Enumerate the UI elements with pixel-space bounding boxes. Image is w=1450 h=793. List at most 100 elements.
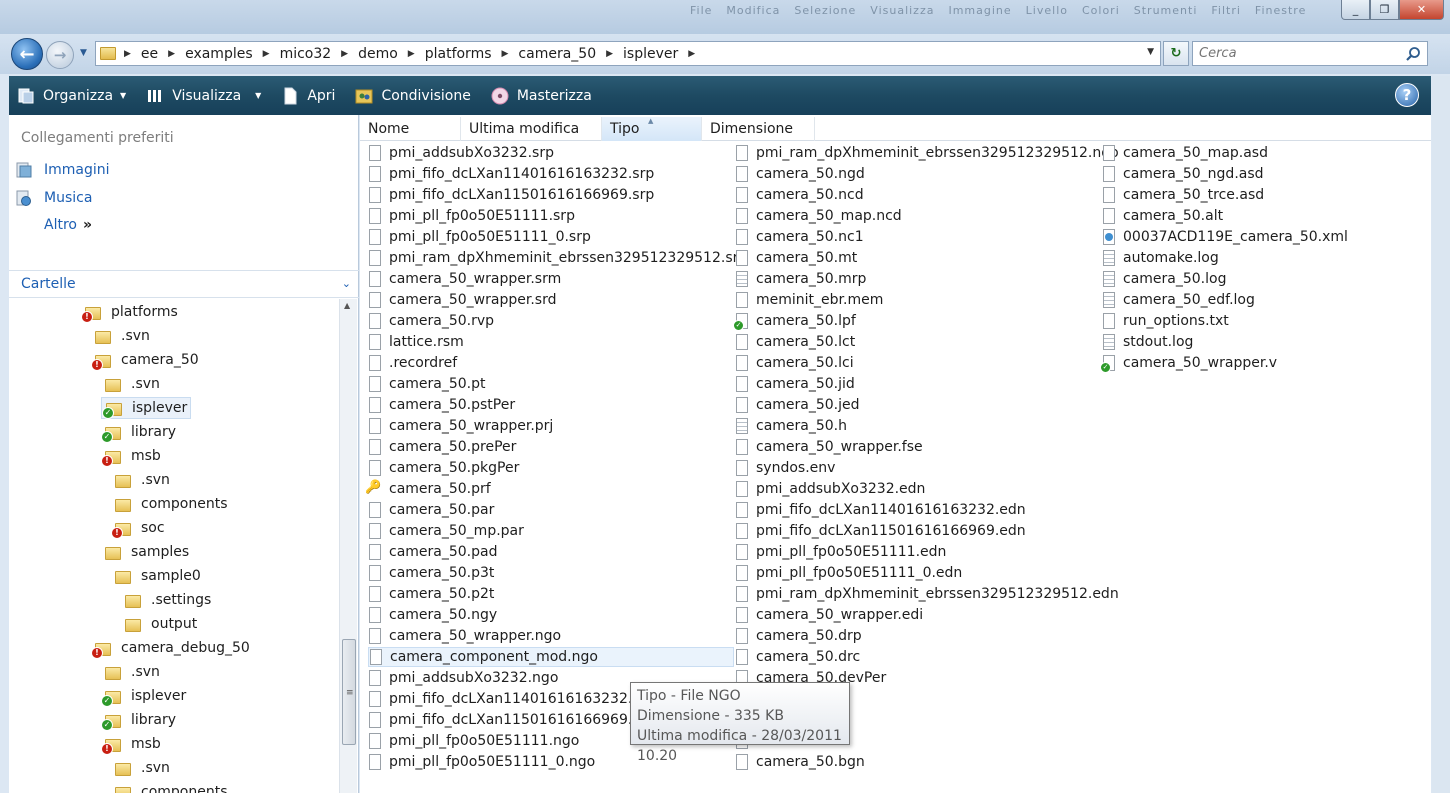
tree-item[interactable]: .svn bbox=[101, 373, 163, 395]
search-icon[interactable] bbox=[1405, 46, 1421, 62]
file-item[interactable]: lattice.rsm bbox=[368, 332, 464, 352]
file-item[interactable]: pmi_addsubXo3232.ngo bbox=[368, 668, 558, 688]
file-item[interactable]: pmi_fifo_dcLXan11401616163232.ngo bbox=[368, 689, 659, 709]
column-type[interactable]: ▲ Tipo bbox=[602, 117, 702, 141]
file-item[interactable]: pmi_ram_dpXhmeminit_ebrssen329512329512.… bbox=[735, 584, 1119, 604]
chevron-right-icon[interactable]: ▶ bbox=[408, 49, 415, 59]
file-item[interactable]: camera_50_wrapper.srm bbox=[368, 269, 561, 289]
file-item[interactable]: camera_50.nc1 bbox=[735, 227, 864, 247]
file-item[interactable]: automake.log bbox=[1102, 248, 1219, 268]
file-item[interactable]: pmi_fifo_dcLXan11501616166969.srp bbox=[368, 185, 654, 205]
file-item[interactable]: run_options.txt bbox=[1102, 311, 1229, 331]
file-item[interactable]: stdout.log bbox=[1102, 332, 1193, 352]
favorite-item-altro[interactable]: Altro » bbox=[15, 217, 92, 233]
file-item[interactable]: pmi_pll_fp0o50E51111_0.srp bbox=[368, 227, 591, 247]
favorite-item-immagini[interactable]: Immagini bbox=[15, 161, 110, 179]
file-item[interactable]: camera_50_wrapper.prj bbox=[368, 416, 553, 436]
file-item[interactable]: camera_50.jed bbox=[735, 395, 860, 415]
folders-header[interactable]: Cartelle ⌄ bbox=[9, 270, 359, 298]
chevron-right-icon[interactable]: ▶ bbox=[263, 49, 270, 59]
file-item[interactable]: camera_50_edf.log bbox=[1102, 290, 1255, 310]
tree-item[interactable]: components bbox=[111, 781, 231, 793]
open-button[interactable]: Apri bbox=[281, 81, 335, 111]
recent-pages-dropdown[interactable]: ▼ bbox=[80, 48, 87, 58]
chevron-right-icon[interactable]: ▶ bbox=[502, 49, 509, 59]
file-item[interactable]: camera_50.ncd bbox=[735, 185, 864, 205]
file-item[interactable]: pmi_pll_fp0o50E51111_0.ngo bbox=[368, 752, 595, 772]
breadcrumb-item[interactable]: platforms bbox=[425, 46, 492, 62]
file-item[interactable]: .recordref bbox=[368, 353, 457, 373]
file-item[interactable]: pmi_pll_fp0o50E51111.edn bbox=[735, 542, 946, 562]
column-size[interactable]: Dimensione bbox=[702, 117, 815, 141]
file-item[interactable]: pmi_fifo_dcLXan11401616163232.srp bbox=[368, 164, 654, 184]
file-item[interactable]: camera_50_wrapper.ngo bbox=[368, 626, 561, 646]
view-button[interactable]: Visualizza ▼ bbox=[146, 81, 261, 111]
breadcrumb-item[interactable]: mico32 bbox=[280, 46, 332, 62]
file-item[interactable]: camera_50.rvp bbox=[368, 311, 494, 331]
breadcrumb-item[interactable]: examples bbox=[185, 46, 253, 62]
chevron-right-icon[interactable]: ▶ bbox=[124, 49, 131, 59]
file-item[interactable]: pmi_fifo_dcLXan11501616166969.edn bbox=[735, 521, 1026, 541]
search-input[interactable] bbox=[1199, 46, 1399, 61]
file-item[interactable]: camera_50.drc bbox=[735, 647, 860, 667]
file-item[interactable]: camera_50.lci bbox=[735, 353, 854, 373]
file-item[interactable]: camera_50_wrapper.edi bbox=[735, 605, 923, 625]
tree-item[interactable]: ✓ isplever bbox=[101, 397, 192, 419]
file-item[interactable]: camera_50.alt bbox=[1102, 206, 1223, 226]
file-item[interactable]: 🔑 camera_50.prf bbox=[365, 479, 491, 499]
search-box[interactable] bbox=[1192, 41, 1428, 66]
tree-item[interactable]: output bbox=[121, 613, 200, 635]
file-item[interactable]: camera_50.par bbox=[368, 500, 494, 520]
file-item[interactable]: pmi_ram_dpXhmeminit_ebrssen329512329512.… bbox=[368, 248, 747, 268]
address-bar[interactable]: ▶ ee ▶ examples ▶ mico32 ▶ demo ▶ platforms ▶ came… bbox=[95, 41, 1161, 66]
refresh-button[interactable]: ↻ bbox=[1163, 41, 1189, 66]
file-item[interactable]: camera_50.p3t bbox=[368, 563, 494, 583]
tree-item[interactable]: .svn bbox=[91, 325, 153, 347]
file-item[interactable]: pmi_ram_dpXhmeminit_ebrssen329512329512.… bbox=[735, 143, 1119, 163]
breadcrumb-item[interactable]: camera_50 bbox=[518, 46, 596, 62]
file-item[interactable]: meminit_ebr.mem bbox=[735, 290, 883, 310]
share-button[interactable]: Condivisione bbox=[355, 81, 471, 111]
tree-item[interactable]: ! camera_50 bbox=[91, 349, 202, 371]
breadcrumb-item[interactable]: isplever bbox=[623, 46, 678, 62]
file-item[interactable]: camera_50.ngy bbox=[368, 605, 497, 625]
tree-item[interactable]: .settings bbox=[121, 589, 214, 611]
tree-item[interactable]: samples bbox=[101, 541, 192, 563]
minimize-button[interactable]: _ bbox=[1341, 0, 1370, 20]
scrollbar-thumb[interactable]: ≡ bbox=[342, 639, 356, 745]
organize-button[interactable]: Organizza ▼ bbox=[17, 81, 126, 111]
file-item[interactable]: ✓ camera_50.lpf bbox=[733, 311, 856, 331]
tree-item[interactable]: .svn bbox=[101, 661, 163, 683]
file-item[interactable]: camera_50_ngd.asd bbox=[1102, 164, 1264, 184]
help-button[interactable]: ? bbox=[1395, 83, 1419, 107]
file-item[interactable]: camera_50.mt bbox=[735, 248, 857, 268]
favorite-item-musica[interactable]: Musica bbox=[15, 189, 92, 207]
file-item[interactable]: camera_component_mod.ngo bbox=[368, 647, 734, 667]
file-item[interactable]: camera_50.pstPer bbox=[368, 395, 515, 415]
tree-item[interactable]: ✓ library bbox=[101, 421, 179, 443]
chevron-right-icon[interactable]: ▶ bbox=[168, 49, 175, 59]
file-item[interactable]: pmi_addsubXo3232.edn bbox=[735, 479, 925, 499]
file-item[interactable]: camera_50.pad bbox=[368, 542, 497, 562]
back-button[interactable]: ← bbox=[11, 38, 43, 70]
file-item[interactable]: camera_50_wrapper.srd bbox=[368, 290, 556, 310]
file-item[interactable]: camera_50_trce.asd bbox=[1102, 185, 1264, 205]
breadcrumb-item[interactable]: ee bbox=[141, 46, 158, 62]
file-item[interactable]: camera_50.log bbox=[1102, 269, 1226, 289]
file-item[interactable]: camera_50.pkgPer bbox=[368, 458, 519, 478]
file-item[interactable]: camera_50.lct bbox=[735, 332, 855, 352]
tree-item[interactable]: sample0 bbox=[111, 565, 204, 587]
file-item[interactable]: camera_50.drp bbox=[735, 626, 862, 646]
file-item[interactable]: camera_50_map.ncd bbox=[735, 206, 902, 226]
column-name[interactable]: Nome bbox=[360, 117, 461, 141]
tree-item[interactable]: ! soc bbox=[111, 517, 168, 539]
tree-item[interactable]: ✓ library bbox=[101, 709, 179, 731]
file-item[interactable]: camera_50.h bbox=[735, 416, 847, 436]
tree-item[interactable]: ! msb bbox=[101, 445, 164, 467]
file-item[interactable]: camera_50.jid bbox=[735, 374, 855, 394]
file-item[interactable]: pmi_fifo_dcLXan11501616166969.ngo bbox=[368, 710, 659, 730]
file-item[interactable]: ✓ camera_50_wrapper.v bbox=[1100, 353, 1277, 373]
file-item[interactable]: pmi_pll_fp0o50E51111.srp bbox=[368, 206, 575, 226]
file-item[interactable]: pmi_pll_fp0o50E51111.ngo bbox=[368, 731, 579, 751]
file-item[interactable]: syndos.env bbox=[735, 458, 835, 478]
